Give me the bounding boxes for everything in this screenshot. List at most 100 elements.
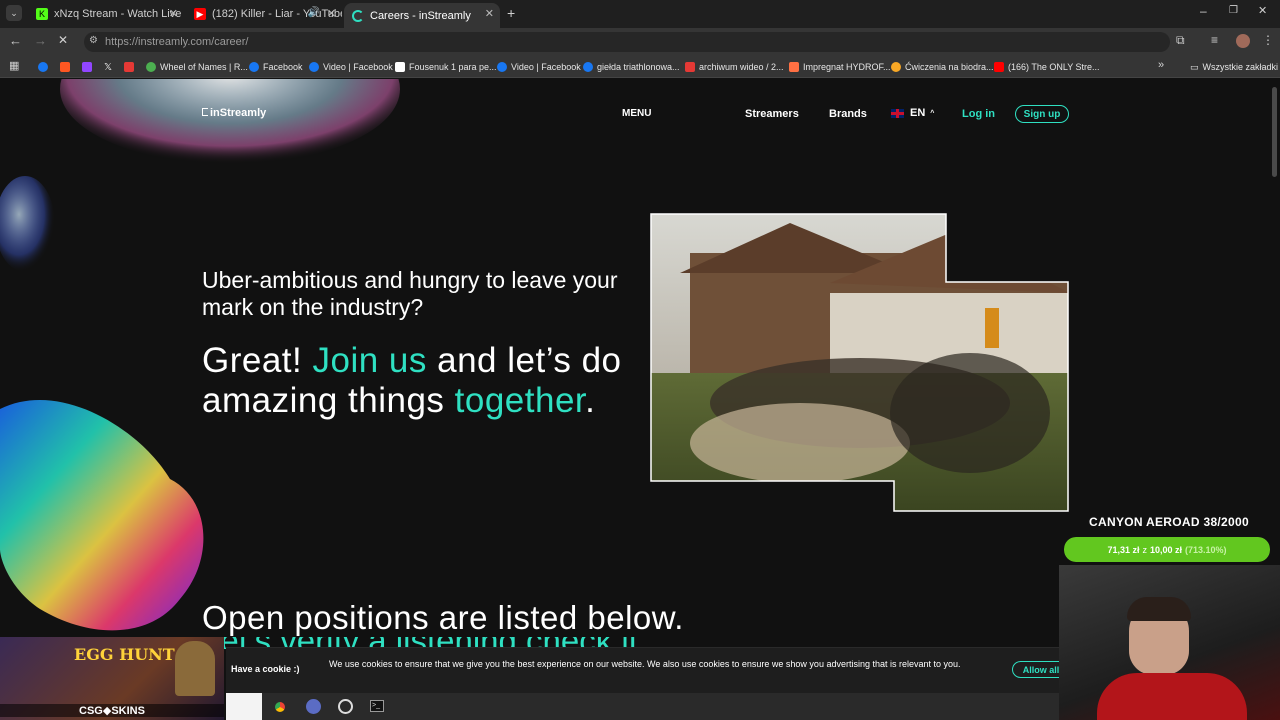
- tab-kick-stream[interactable]: K xNzq Stream - Watch Live on K ✕: [28, 3, 184, 25]
- bookmark-item[interactable]: Video | Facebook: [309, 60, 393, 74]
- bookmark-icon: [60, 62, 70, 72]
- app-icon[interactable]: [338, 699, 353, 714]
- forward-icon[interactable]: →: [34, 33, 47, 48]
- chevron-up-icon: ^: [930, 109, 935, 117]
- terminal-icon[interactable]: >_: [370, 700, 384, 712]
- facebook-icon: [583, 62, 593, 72]
- bookmark-item[interactable]: [82, 60, 96, 74]
- bookmark-icon: [395, 62, 405, 72]
- language-label: EN: [910, 107, 926, 119]
- kick-icon: K: [36, 8, 48, 20]
- extensions-icon[interactable]: ⧉: [1176, 33, 1185, 48]
- apps-grid-icon[interactable]: ▦: [9, 59, 19, 72]
- bookmark-icon: [146, 62, 156, 72]
- webcam-overlay: [1059, 565, 1280, 720]
- facebook-icon: [38, 62, 48, 72]
- close-icon[interactable]: ✕: [327, 7, 336, 20]
- more-bookmarks-icon[interactable]: »: [1158, 59, 1164, 71]
- bookmark-item[interactable]: giełda triathlonowa...: [583, 60, 680, 74]
- minimize-icon[interactable]: –: [1200, 4, 1207, 18]
- bookmark-item[interactable]: (166) The ONLY Stre...: [994, 60, 1100, 74]
- headline-accent: Join us: [312, 341, 427, 380]
- obs-icon[interactable]: [306, 699, 321, 714]
- bookmark-item[interactable]: [60, 60, 74, 74]
- donation-goal-widget: CANYON AEROAD 38/2000 71,31 zł z 10,00 z…: [1064, 515, 1274, 562]
- bookmark-item[interactable]: [124, 60, 138, 74]
- facebook-icon: [309, 62, 319, 72]
- game-ad-brand: CSG◆SKINS: [0, 704, 224, 717]
- tab-bar: ⌄ K xNzq Stream - Watch Live on K ✕ ▶ (1…: [0, 0, 1280, 28]
- stop-loading-icon[interactable]: ✕: [58, 33, 68, 47]
- close-icon[interactable]: ✕: [169, 7, 178, 20]
- signup-button[interactable]: Sign up: [1015, 105, 1069, 123]
- tab-careers[interactable]: Careers - inStreamly ✕: [344, 3, 500, 28]
- bookmark-icon: [891, 62, 901, 72]
- login-link[interactable]: Log in: [962, 108, 995, 120]
- logo-mark-icon: [202, 108, 208, 116]
- cookie-title: Have a cookie :): [231, 664, 300, 674]
- uk-flag-icon: [891, 108, 904, 118]
- nav-streamers[interactable]: Streamers: [745, 108, 799, 120]
- intro-text: Uber-ambitious and hungry to leave your …: [202, 267, 618, 320]
- youtube-icon: ▶: [194, 8, 206, 20]
- cookie-banner: Have a cookie :) We use cookies to ensur…: [226, 647, 1070, 693]
- bookmark-icon: [685, 62, 695, 72]
- nav-brands[interactable]: Brands: [829, 108, 867, 120]
- restore-icon[interactable]: ❐: [1229, 5, 1238, 16]
- bookmark-item[interactable]: Wheel of Names | R...: [146, 60, 248, 74]
- tab-title: Careers - inStreamly: [370, 9, 471, 22]
- headline: Great! Join us and let’s do amazing thin…: [202, 341, 622, 420]
- game-ad-title: EGG HUNT: [74, 645, 175, 664]
- bookmark-item[interactable]: Ćwiczenia na biodra...: [891, 60, 994, 74]
- scrollbar[interactable]: [1272, 87, 1277, 177]
- all-bookmarks[interactable]: ▭ Wszystkie zakładki: [1190, 60, 1278, 74]
- more-menu-icon[interactable]: ⋮: [1262, 33, 1274, 47]
- tab-search-icon[interactable]: ⌄: [6, 5, 22, 21]
- profile-avatar[interactable]: [1236, 34, 1250, 48]
- bookmark-item[interactable]: archiwum wideo / 2...: [685, 60, 784, 74]
- facebook-icon: [497, 62, 507, 72]
- back-icon[interactable]: ←: [9, 33, 22, 48]
- bookmark-item[interactable]: [38, 60, 52, 74]
- menu-button[interactable]: MENU: [622, 108, 651, 119]
- chrome-icon[interactable]: [272, 699, 288, 715]
- loading-spinner-icon: [352, 9, 364, 22]
- os-taskbar: >_: [226, 693, 1060, 720]
- tab-title: xNzq Stream - Watch Live on K: [54, 8, 184, 20]
- language-selector[interactable]: EN ^: [891, 107, 934, 119]
- twitch-icon: [82, 62, 92, 72]
- bookmark-item[interactable]: Video | Facebook: [497, 60, 581, 74]
- cookie-text: We use cookies to ensure that we give yo…: [329, 659, 961, 669]
- webcam-jacket: [1097, 673, 1247, 720]
- goal-progress-bar: 71,31 zł z 10,00 zł (713.10%): [1064, 537, 1270, 562]
- address-bar[interactable]: ⚙ https://instreamly.com/career/: [84, 32, 1170, 52]
- bookmark-icon: [789, 62, 799, 72]
- taskbar-blank: [226, 693, 262, 720]
- goal-title: CANYON AEROAD 38/2000: [1089, 515, 1249, 529]
- media-control-icon[interactable]: ≡: [1211, 33, 1218, 47]
- game-ad-overlay: EGG HUNT CSG◆SKINS: [0, 637, 224, 720]
- facebook-icon: [249, 62, 259, 72]
- headline-accent: together: [454, 381, 586, 420]
- site-logo[interactable]: inStreamly: [202, 107, 266, 119]
- window-close-icon[interactable]: ✕: [1258, 4, 1267, 17]
- url-text: https://instreamly.com/career/: [105, 36, 249, 48]
- bookmarks-bar: ▦ 𝕏 Wheel of Names | R... Facebook Video…: [0, 56, 1280, 78]
- bookmark-item[interactable]: Fousenuk 1 para pe...: [395, 60, 497, 74]
- goal-progress-text: 71,31 zł z 10,00 zł (713.10%): [1107, 544, 1227, 555]
- bookmark-icon: [124, 62, 134, 72]
- tab-youtube[interactable]: ▶ (182) Killer - Liar - YouTube 🔊 ✕: [186, 3, 342, 25]
- x-icon: 𝕏: [104, 61, 113, 73]
- knight-figure: [175, 641, 215, 696]
- tab-title: (182) Killer - Liar - YouTube: [212, 8, 342, 20]
- folder-icon: ▭: [1190, 61, 1199, 72]
- bookmark-item[interactable]: Facebook: [249, 60, 303, 74]
- bookmark-item[interactable]: 𝕏: [104, 60, 112, 74]
- speaker-icon[interactable]: 🔊: [308, 7, 320, 18]
- youtube-icon: [994, 62, 1004, 72]
- open-positions-heading: Open positions are listed below.: [202, 599, 684, 636]
- bookmark-item[interactable]: Impregnat HYDROF...: [789, 60, 891, 74]
- new-tab-icon[interactable]: +: [507, 5, 515, 21]
- site-info-icon[interactable]: ⚙: [89, 35, 98, 46]
- close-icon[interactable]: ✕: [485, 7, 494, 20]
